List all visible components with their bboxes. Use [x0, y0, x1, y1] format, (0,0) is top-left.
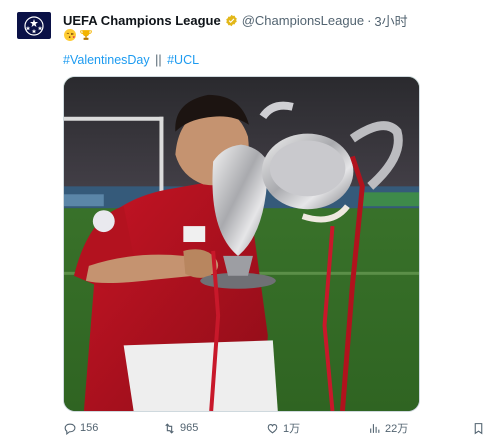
timestamp[interactable]: 3小时	[374, 11, 407, 30]
heart-icon	[267, 423, 278, 433]
reply-icon	[64, 423, 76, 435]
hashtag-link[interactable]: #UCL	[167, 53, 199, 67]
champions-league-starball-icon	[24, 15, 44, 36]
like-count: 1万	[283, 423, 301, 435]
tweet-emoji-line	[63, 28, 93, 42]
like-button[interactable]: 1万	[266, 420, 300, 436]
hashtag-separator: ||	[155, 53, 162, 67]
face-blowing-kiss-emoji	[64, 29, 76, 41]
separator-dot: ·	[367, 12, 372, 28]
player-kissing-trophy-photo	[64, 77, 419, 411]
view-count: 22万	[385, 423, 409, 435]
account-handle[interactable]: @ChampionsLeague	[242, 13, 364, 28]
tweet-header: UEFA Champions League @ChampionsLeague ·…	[63, 11, 408, 30]
tweet-actions: 156 965 1万 22万	[63, 420, 483, 436]
bookmark-button[interactable]	[472, 420, 485, 436]
tweet[interactable]: UEFA Champions League @ChampionsLeague ·…	[0, 0, 500, 440]
retweet-button[interactable]: 965	[163, 420, 198, 436]
verified-badge-icon	[225, 14, 237, 26]
avatar[interactable]	[17, 12, 51, 39]
trophy-emoji	[80, 30, 92, 40]
retweet-icon	[165, 422, 174, 434]
bookmark-icon	[474, 422, 483, 434]
reply-button[interactable]: 156	[63, 420, 98, 436]
retweet-count: 965	[180, 422, 199, 434]
views-button[interactable]: 22万	[368, 420, 408, 436]
hashtag-line: #ValentinesDay || #UCL	[63, 53, 199, 67]
tweet-photo[interactable]	[63, 76, 420, 412]
account-name[interactable]: UEFA Champions League	[63, 13, 221, 28]
hashtag-link[interactable]: #ValentinesDay	[63, 53, 150, 67]
reply-count: 156	[80, 422, 99, 434]
views-chart-icon	[370, 423, 380, 433]
